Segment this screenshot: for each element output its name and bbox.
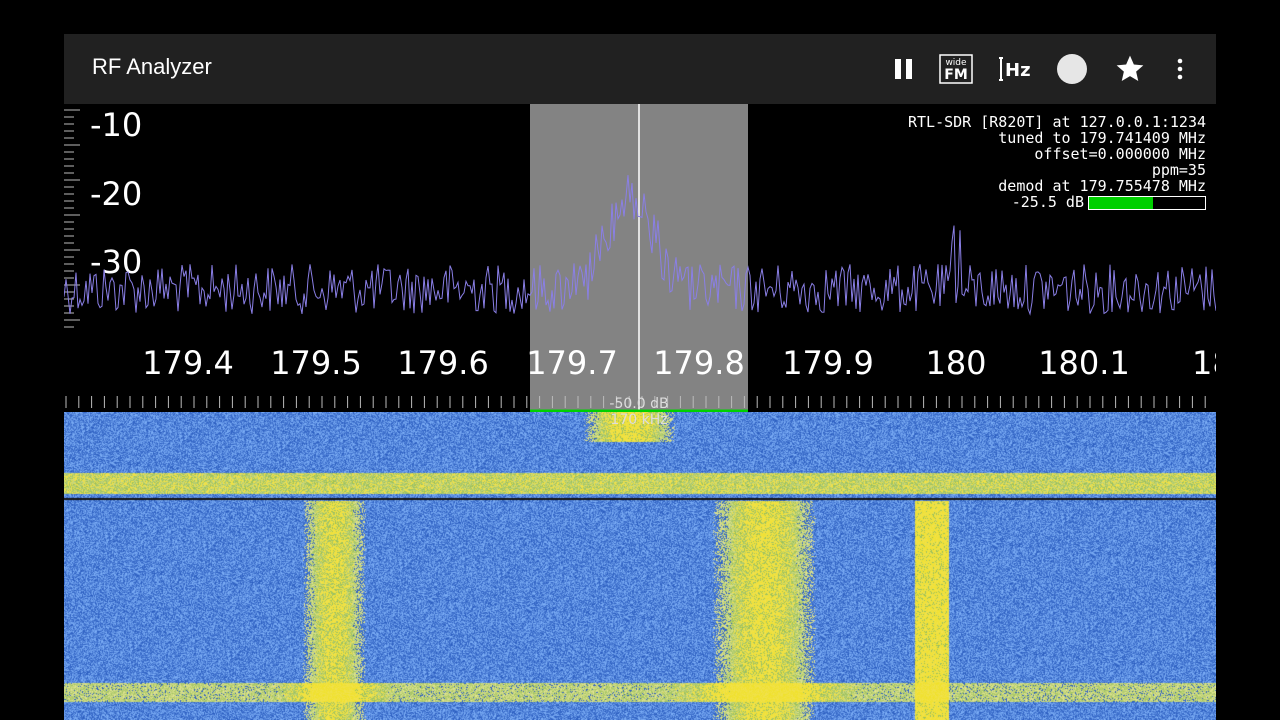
source-info: RTL-SDR [R820T] at 127.0.0.1:1234 bbox=[907, 113, 1206, 131]
app-title: RF Analyzer bbox=[92, 54, 212, 79]
record-button[interactable] bbox=[1052, 50, 1092, 88]
signal-level-meter bbox=[1088, 195, 1206, 210]
tune-to-frequency-button[interactable]: Hz bbox=[994, 50, 1034, 88]
app-frame: RF Analyzer wide FM Hz -10 -20 -30 179.4… bbox=[64, 34, 1216, 720]
squelch-label: -50.0 dB bbox=[609, 396, 668, 412]
waterfall-canvas[interactable] bbox=[64, 412, 1216, 720]
waterfall[interactable]: 170 kHz bbox=[64, 412, 1216, 720]
demodulation-button[interactable]: wide FM bbox=[936, 50, 976, 88]
fft-spectrum[interactable]: -10 -20 -30 179.4 179.5 179.6 179.7 179.… bbox=[64, 104, 1216, 413]
wide-fm-icon: wide FM bbox=[939, 54, 973, 84]
pause-icon bbox=[895, 59, 912, 79]
record-icon bbox=[1057, 54, 1087, 84]
signal-level-fill bbox=[1089, 196, 1153, 209]
signal-level-text: -25.5 dB bbox=[1011, 193, 1084, 211]
freq-label: 179.8 bbox=[653, 344, 745, 382]
ppm-info: ppm=35 bbox=[1151, 161, 1206, 179]
tuned-frequency: tuned to 179.741409 MHz bbox=[998, 129, 1206, 147]
freq-label: 179.6 bbox=[397, 344, 489, 382]
offset-info: offset=0.000000 MHz bbox=[1034, 145, 1206, 163]
db-scale: -10 -20 -30 bbox=[90, 106, 142, 281]
frequency-icon: Hz bbox=[999, 57, 1031, 81]
star-icon bbox=[1116, 55, 1144, 81]
freq-label: 179.9 bbox=[782, 344, 874, 382]
app-bar: RF Analyzer wide FM Hz bbox=[64, 34, 1216, 104]
freq-label: 179.7 bbox=[526, 344, 618, 382]
freq-label: 179.4 bbox=[142, 344, 234, 382]
freq-label: 180.1 bbox=[1038, 344, 1130, 382]
freq-label: 180 bbox=[1192, 344, 1216, 382]
hz-label: Hz bbox=[1005, 60, 1031, 81]
freq-label: 179.5 bbox=[270, 344, 362, 382]
pause-button[interactable] bbox=[884, 50, 924, 88]
overflow-menu-button[interactable] bbox=[1160, 50, 1200, 88]
bookmarks-button[interactable] bbox=[1110, 50, 1150, 88]
more-vert-icon bbox=[1177, 58, 1183, 80]
db-label: -20 bbox=[90, 175, 142, 213]
bandwidth-label: 170 kHz bbox=[610, 412, 668, 428]
freq-label: 180 bbox=[925, 344, 986, 382]
frequency-axis: 179.4 179.5 179.6 179.7 179.8 179.9 180 … bbox=[142, 344, 1216, 382]
db-label: -30 bbox=[90, 243, 142, 281]
signal-level-row: -25.5 dB bbox=[908, 194, 1206, 210]
demod-frequency: demod at 179.755478 MHz bbox=[998, 177, 1206, 195]
demod-badge-bottom: FM bbox=[944, 67, 968, 83]
device-info: RTL-SDR [R820T] at 127.0.0.1:1234 tuned … bbox=[908, 114, 1206, 210]
db-label: -10 bbox=[90, 106, 142, 144]
